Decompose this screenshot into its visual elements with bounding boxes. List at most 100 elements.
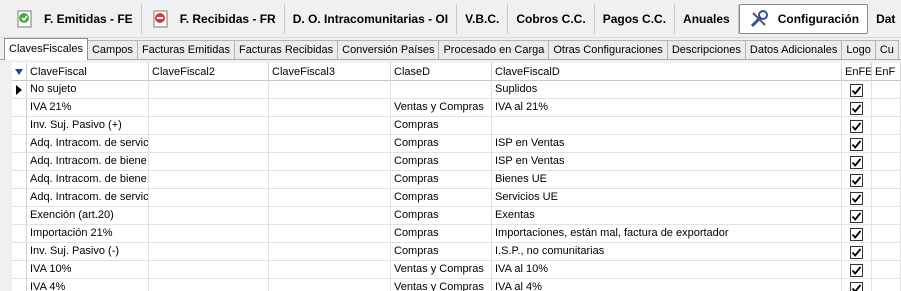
cell-clavefiscal3[interactable]	[269, 81, 391, 99]
tab-claves-fiscales[interactable]: ClavesFiscales	[4, 38, 88, 60]
tab-conversion-paises[interactable]: Conversión Países	[337, 40, 440, 59]
cell-clavefiscal3[interactable]	[269, 225, 391, 243]
cell-clased[interactable]: Compras	[391, 225, 492, 243]
cell-clavefiscal2[interactable]	[149, 153, 269, 171]
table-row[interactable]: Adq. Intracom. de biene Compras ISP en Ven…	[12, 153, 901, 171]
enfe-checkbox[interactable]	[850, 155, 863, 169]
tab-campos[interactable]: Campos	[86, 40, 138, 59]
toolbar-button-emitidas[interactable]: F. Emitidas - FE	[6, 3, 142, 34]
cell-enf[interactable]	[872, 261, 901, 279]
cell-clavefiscal2[interactable]	[149, 171, 269, 189]
cell-clavefiscal2[interactable]	[149, 243, 269, 261]
row-selector[interactable]	[12, 117, 27, 135]
enfe-checkbox[interactable]	[850, 173, 863, 187]
claves-fiscales-grid[interactable]: ClaveFiscal ClaveFiscal2 ClaveFiscal3 Cl…	[12, 63, 901, 291]
cell-enf[interactable]	[872, 153, 901, 171]
table-row[interactable]: Adq. Intracom. de servic Compras Servicios…	[12, 189, 901, 207]
cell-clavefiscal[interactable]: Importación 21%	[27, 225, 149, 243]
tab-descripciones[interactable]: Descripciones	[666, 40, 746, 59]
cell-clased[interactable]: Compras	[391, 189, 492, 207]
row-selector[interactable]	[12, 279, 27, 291]
cell-clavefiscald[interactable]: Suplidos	[492, 81, 842, 99]
cell-clavefiscal3[interactable]	[269, 117, 391, 135]
enfe-checkbox[interactable]	[850, 191, 863, 205]
cell-clavefiscal3[interactable]	[269, 279, 391, 291]
cell-enf[interactable]	[872, 81, 901, 99]
row-selector[interactable]	[12, 171, 27, 189]
cell-clavefiscal[interactable]: Adq. Intracom. de servic	[27, 189, 149, 207]
row-selector[interactable]	[12, 99, 27, 117]
cell-clavefiscald[interactable]: IVA al 4%	[492, 279, 842, 291]
enfe-checkbox[interactable]	[850, 119, 863, 133]
toolbar-button-configuracion[interactable]: Configuración	[738, 3, 869, 34]
column-header-enfe[interactable]: EnFE	[842, 63, 872, 81]
cell-clavefiscal3[interactable]	[269, 243, 391, 261]
cell-clavefiscald[interactable]: ISP en Ventas	[492, 153, 842, 171]
enfe-checkbox[interactable]	[850, 245, 863, 259]
cell-enf[interactable]	[872, 279, 901, 291]
tab-logo[interactable]: Logo	[841, 40, 876, 59]
table-row[interactable]: Inv. Suj. Pasivo (-) Compras I.S.P., no co…	[12, 243, 901, 261]
toolbar-button-intracomunitarias[interactable]: D. O. Intracomunitarias - OI	[285, 3, 458, 34]
current-row-pointer-icon[interactable]	[12, 81, 27, 99]
table-row[interactable]: Exención (art.20) Compras Exentas	[12, 207, 901, 225]
table-row[interactable]: No sujeto Suplidos	[12, 81, 901, 99]
table-row[interactable]: IVA 21% Ventas y Compras IVA al 21%	[12, 99, 901, 117]
cell-clavefiscal3[interactable]	[269, 207, 391, 225]
cell-clavefiscal[interactable]: Adq. Intracom. de biene	[27, 171, 149, 189]
column-header-clased[interactable]: ClaseD	[391, 63, 492, 81]
cell-enf[interactable]	[872, 225, 901, 243]
cell-clavefiscal2[interactable]	[149, 135, 269, 153]
cell-clavefiscal[interactable]: Inv. Suj. Pasivo (-)	[27, 243, 149, 261]
sort-indicator-icon[interactable]	[12, 63, 27, 81]
cell-clavefiscald[interactable]: ISP en Ventas	[492, 135, 842, 153]
enfe-checkbox[interactable]	[850, 209, 863, 223]
cell-clavefiscal3[interactable]	[269, 153, 391, 171]
row-selector[interactable]	[12, 225, 27, 243]
cell-clavefiscal[interactable]: Adq. Intracom. de servic	[27, 135, 149, 153]
cell-clased[interactable]: Compras	[391, 117, 492, 135]
column-header-clavefiscal3[interactable]: ClaveFiscal3	[269, 63, 391, 81]
cell-clavefiscal[interactable]: IVA 4%	[27, 279, 149, 291]
toolbar-button-cobros[interactable]: Cobros C.C.	[508, 3, 595, 34]
row-selector[interactable]	[12, 135, 27, 153]
cell-clavefiscal[interactable]: Adq. Intracom. de biene	[27, 153, 149, 171]
cell-clavefiscal2[interactable]	[149, 189, 269, 207]
cell-clavefiscald[interactable]: Exentas	[492, 207, 842, 225]
tab-facturas-emitidas[interactable]: Facturas Emitidas	[136, 40, 235, 59]
table-row[interactable]: Importación 21% Compras Importaciones, est…	[12, 225, 901, 243]
cell-enf[interactable]	[872, 171, 901, 189]
cell-clased[interactable]: Ventas y Compras	[391, 279, 492, 291]
enfe-checkbox[interactable]	[850, 227, 863, 241]
cell-clavefiscal3[interactable]	[269, 261, 391, 279]
cell-clavefiscal[interactable]: No sujeto	[27, 81, 149, 99]
row-selector[interactable]	[12, 243, 27, 261]
toolbar-button-vbc[interactable]: V.B.C.	[457, 3, 509, 34]
cell-clavefiscald[interactable]	[492, 117, 842, 135]
cell-clavefiscald[interactable]: IVA al 10%	[492, 261, 842, 279]
enfe-checkbox[interactable]	[850, 281, 863, 291]
table-row[interactable]: Adq. Intracom. de biene Compras Bienes UE	[12, 171, 901, 189]
tab-otras-configuraciones[interactable]: Otras Configuraciones	[548, 40, 668, 59]
enfe-checkbox[interactable]	[850, 101, 863, 115]
cell-clavefiscald[interactable]: Importaciones, están mal, factura de exp…	[492, 225, 842, 243]
cell-clased[interactable]	[391, 81, 492, 99]
tab-facturas-recibidas[interactable]: Facturas Recibidas	[233, 40, 339, 59]
cell-clavefiscal2[interactable]	[149, 207, 269, 225]
toolbar-button-datos[interactable]: Dat	[868, 4, 901, 34]
cell-clavefiscald[interactable]: I.S.P., no comunitarias	[492, 243, 842, 261]
cell-clavefiscal2[interactable]	[149, 117, 269, 135]
cell-enf[interactable]	[872, 135, 901, 153]
table-row[interactable]: IVA 4% Ventas y Compras IVA al 4%	[12, 279, 901, 291]
row-selector[interactable]	[12, 189, 27, 207]
cell-clavefiscald[interactable]: Bienes UE	[492, 171, 842, 189]
cell-clased[interactable]: Compras	[391, 243, 492, 261]
cell-clavefiscal[interactable]: IVA 21%	[27, 99, 149, 117]
enfe-checkbox[interactable]	[850, 83, 863, 97]
cell-enf[interactable]	[872, 189, 901, 207]
cell-enf[interactable]	[872, 99, 901, 117]
tab-datos-adicionales[interactable]: Datos Adicionales	[744, 40, 843, 59]
cell-clavefiscal2[interactable]	[149, 99, 269, 117]
cell-clased[interactable]: Compras	[391, 207, 492, 225]
cell-clased[interactable]: Compras	[391, 153, 492, 171]
